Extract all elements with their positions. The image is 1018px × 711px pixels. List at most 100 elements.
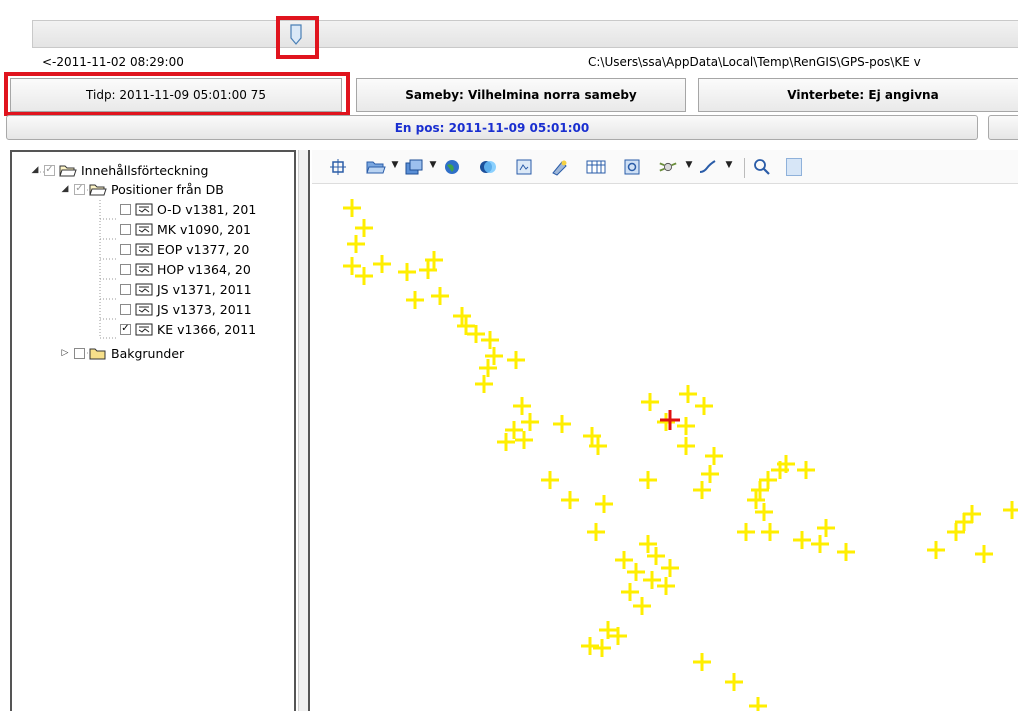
globe-icon[interactable]: [442, 158, 462, 176]
open-folder-icon: [59, 165, 77, 176]
gps-positions-layer: [343, 199, 1018, 711]
map-toolbar: ▼ ▼ ▼ ▼: [312, 150, 1018, 184]
layer-checkbox[interactable]: [120, 203, 131, 215]
tree-group-background[interactable]: ▷ Bakgrunder: [60, 343, 185, 363]
group-checkbox[interactable]: ✓: [74, 183, 85, 195]
background-checkbox[interactable]: [74, 347, 85, 359]
tree-layer[interactable]: O-D v1381, 201: [120, 199, 256, 219]
tree-group-label: Positioner från DB: [111, 181, 224, 197]
gps-position-marker: [581, 637, 599, 655]
tree-layer[interactable]: ✓ KE v1366, 2011: [120, 319, 256, 339]
layer-icon: [135, 323, 153, 335]
layer-label: O-D v1381, 201: [157, 201, 257, 217]
layer-label: KE v1366, 2011: [157, 321, 257, 337]
draw-line-icon[interactable]: [698, 158, 718, 176]
gps-position-marker: [633, 597, 651, 615]
layer-label: EOP v1377, 20: [157, 241, 250, 257]
gps-position-marker: [406, 291, 424, 309]
table-icon[interactable]: [586, 158, 606, 176]
gps-position-marker: [695, 397, 713, 415]
gps-position-marker: [749, 697, 767, 711]
zoom-in-icon[interactable]: [752, 158, 772, 176]
tree-layer[interactable]: EOP v1377, 20: [120, 239, 249, 259]
tree-layer[interactable]: JS v1371, 2011: [120, 279, 252, 299]
gps-position-marker: [751, 481, 769, 499]
full-extent-icon[interactable]: [328, 158, 348, 176]
add-layer-icon[interactable]: [404, 158, 424, 176]
sameby-status: Sameby: Vilhelmina norra sameby: [356, 78, 686, 112]
layer-checkbox[interactable]: [120, 303, 131, 315]
gps-position-marker: [817, 519, 835, 537]
rengis-window: <-2011-11-02 08:29:00 C:\Users\ssa\AppDa…: [0, 0, 1018, 711]
gps-position-marker: [507, 351, 525, 369]
gps-position-marker: [431, 287, 449, 305]
selected-tool-icon[interactable]: [786, 158, 802, 176]
toolbar-separator: [744, 158, 745, 178]
layer-checkbox[interactable]: [120, 243, 131, 255]
layer-icon: [135, 303, 153, 315]
panel-splitter[interactable]: [298, 150, 310, 711]
collapse-arrow-icon[interactable]: ◢: [30, 165, 40, 175]
sameby-status-label: Sameby: Vilhelmina norra sameby: [405, 88, 637, 102]
layer-icon: [135, 243, 153, 255]
identify-icon[interactable]: [550, 158, 570, 176]
chevron-down-icon[interactable]: ▼: [428, 160, 438, 174]
collapse-arrow-icon[interactable]: ◢: [60, 184, 70, 194]
tree-group-positions[interactable]: ◢ ✓ Positioner från DB: [60, 179, 224, 199]
gps-position-marker: [927, 541, 945, 559]
overlay-icon[interactable]: [478, 158, 498, 176]
map-canvas[interactable]: [312, 184, 1018, 711]
gps-position-marker: [693, 481, 711, 499]
layer-icon: [135, 223, 153, 235]
gps-position-marker: [747, 491, 765, 509]
position-bar-extra[interactable]: [988, 115, 1018, 140]
gps-position-marker: [811, 535, 829, 553]
gps-position-marker: [1003, 501, 1018, 519]
tree-layer[interactable]: HOP v1364, 20: [120, 259, 251, 279]
chevron-down-icon[interactable]: ▼: [684, 160, 694, 174]
gps-position-marker: [355, 267, 373, 285]
export-icon[interactable]: [622, 158, 642, 176]
gps-position-marker: [725, 673, 743, 691]
gps-position-marker: [955, 513, 973, 531]
folder-icon: [89, 348, 106, 359]
gps-position-marker: [457, 317, 475, 335]
tree-layer[interactable]: JS v1373, 2011: [120, 299, 252, 319]
time-status-highlight: [4, 72, 350, 116]
gps-position-marker: [521, 413, 539, 431]
layer-label: JS v1373, 2011: [157, 301, 252, 317]
gps-position-marker: [793, 531, 811, 549]
gps-position-marker: [475, 375, 493, 393]
chevron-down-icon[interactable]: ▼: [724, 160, 734, 174]
layer-checkbox[interactable]: [120, 263, 131, 275]
timeline-slider[interactable]: [32, 20, 1018, 48]
gps-position-marker: [627, 563, 645, 581]
chevron-down-icon[interactable]: ▼: [390, 160, 400, 174]
gps-position-marker: [515, 431, 533, 449]
gps-file-path: C:\Users\ssa\AppData\Local\Temp\RenGIS\G…: [588, 55, 921, 69]
gps-position-marker: [975, 545, 993, 563]
layer-checkbox[interactable]: [120, 283, 131, 295]
expand-arrow-icon[interactable]: ▷: [60, 348, 70, 358]
raster-icon[interactable]: [514, 158, 534, 176]
tree-layer[interactable]: MK v1090, 201: [120, 219, 251, 239]
gps-icon[interactable]: [658, 158, 678, 176]
gps-position-marker: [679, 385, 697, 403]
gps-position-marker: [347, 235, 365, 253]
root-checkbox[interactable]: ✓: [44, 164, 55, 176]
open-folder-icon: [89, 184, 107, 195]
tree-root-label: Innehållsförteckning: [81, 162, 209, 178]
position-bar[interactable]: En pos: 2011-11-09 05:01:00: [6, 115, 978, 140]
gps-position-marker: [737, 523, 755, 541]
open-folder-icon[interactable]: [366, 158, 386, 176]
timeline-start-time: <-2011-11-02 08:29:00: [42, 55, 184, 69]
layer-checkbox[interactable]: ✓: [120, 323, 131, 335]
gps-position-marker: [453, 307, 471, 325]
tree-root[interactable]: ◢ ✓ Innehållsförteckning: [30, 160, 209, 180]
gps-position-marker: [755, 503, 773, 521]
layer-checkbox[interactable]: [120, 223, 131, 235]
gps-position-marker: [797, 461, 815, 479]
layer-label: MK v1090, 201: [157, 221, 251, 237]
gps-position-marker: [639, 471, 657, 489]
gps-position-marker: [661, 559, 679, 577]
